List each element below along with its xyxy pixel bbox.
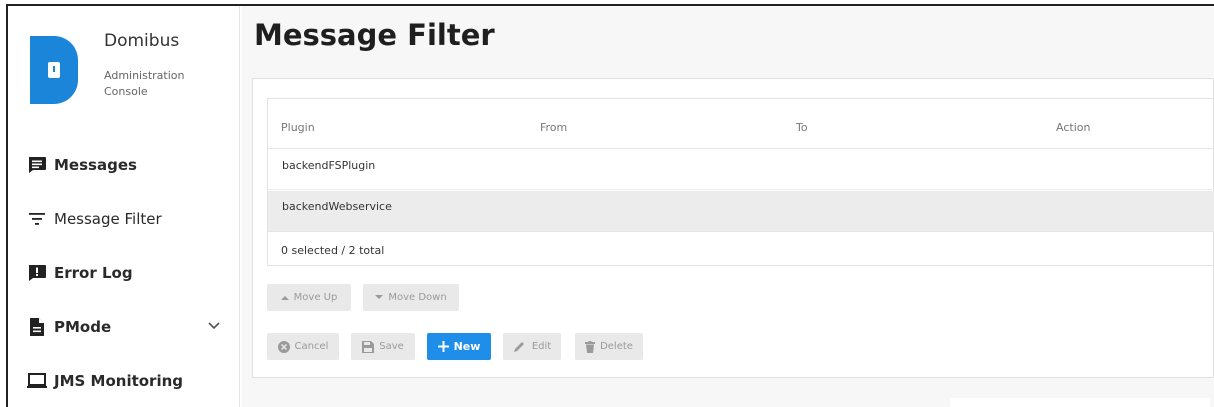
- nav-label-pmode: PMode: [54, 318, 112, 336]
- nav-item-pmode[interactable]: PMode: [8, 300, 240, 354]
- pencil-icon: [513, 341, 527, 353]
- new-button[interactable]: New: [427, 333, 491, 360]
- cancel-button[interactable]: Cancel: [267, 333, 339, 360]
- error-log-icon: [26, 263, 48, 283]
- message-filter-table: Plugin From To Action backendFSPlugin ba…: [267, 98, 1214, 266]
- table-header: Plugin From To Action: [268, 99, 1214, 149]
- plus-icon: [437, 341, 449, 352]
- nav-label-message-filter: Message Filter: [54, 210, 162, 228]
- table-footer: 0 selected / 2 total: [268, 231, 1214, 267]
- main-nav: Messages Message Filter Error Log PMode: [8, 138, 240, 407]
- nav-label-jms-monitoring: JMS Monitoring: [54, 372, 184, 390]
- nav-item-error-log[interactable]: Error Log: [8, 246, 240, 300]
- delete-button[interactable]: Delete: [575, 333, 643, 360]
- cell-plugin: backendWebservice: [282, 200, 392, 213]
- brand-subtitle: Administration Console: [104, 69, 185, 98]
- file-icon: [26, 317, 48, 337]
- arrow-up-icon: [280, 295, 289, 300]
- nav-item-messages[interactable]: Messages: [8, 138, 240, 192]
- save-label: Save: [379, 341, 404, 352]
- cancel-label: Cancel: [294, 341, 329, 352]
- nav-item-jms-monitoring[interactable]: JMS Monitoring: [8, 354, 240, 407]
- move-up-button[interactable]: Move Up: [267, 284, 351, 311]
- table-row[interactable]: backendWebservice: [268, 191, 1214, 231]
- column-header-action[interactable]: Action: [1056, 121, 1090, 134]
- edit-button[interactable]: Edit: [503, 333, 561, 360]
- brand-title: Domibus: [104, 31, 180, 51]
- domibus-logo: [30, 36, 78, 104]
- chevron-down-icon[interactable]: [208, 318, 220, 334]
- divider: [950, 398, 1210, 407]
- column-header-from[interactable]: From: [540, 121, 567, 134]
- cancel-icon: [277, 340, 290, 353]
- page-title: Message Filter: [254, 18, 495, 52]
- table-row[interactable]: backendFSPlugin: [268, 150, 1214, 190]
- delete-label: Delete: [600, 341, 633, 352]
- selection-count: 0 selected / 2 total: [281, 244, 385, 257]
- new-label: New: [453, 340, 481, 353]
- move-up-label: Move Up: [293, 292, 338, 303]
- move-down-button[interactable]: Move Down: [363, 284, 459, 311]
- message-icon: [26, 155, 48, 175]
- brand: Domibus Administration Console: [8, 6, 240, 106]
- move-down-label: Move Down: [388, 292, 447, 303]
- edit-label: Edit: [531, 341, 552, 352]
- main-content: Message Filter Plugin From To Action bac…: [242, 6, 1214, 407]
- arrow-down-icon: [375, 295, 384, 300]
- keyhole-icon: [48, 62, 60, 78]
- save-button[interactable]: Save: [351, 333, 415, 360]
- nav-label-messages: Messages: [54, 156, 137, 174]
- column-header-to[interactable]: To: [796, 121, 808, 134]
- column-header-plugin[interactable]: Plugin: [281, 121, 315, 134]
- filter-icon: [26, 209, 48, 229]
- sidebar: Domibus Administration Console Messages …: [8, 6, 240, 407]
- nav-label-error-log: Error Log: [54, 264, 133, 282]
- cell-plugin: backendFSPlugin: [282, 159, 376, 172]
- trash-icon: [585, 340, 596, 353]
- monitor-icon: [26, 371, 48, 391]
- nav-item-message-filter[interactable]: Message Filter: [8, 192, 240, 246]
- filter-card: Plugin From To Action backendFSPlugin ba…: [252, 78, 1214, 378]
- save-icon: [362, 340, 375, 353]
